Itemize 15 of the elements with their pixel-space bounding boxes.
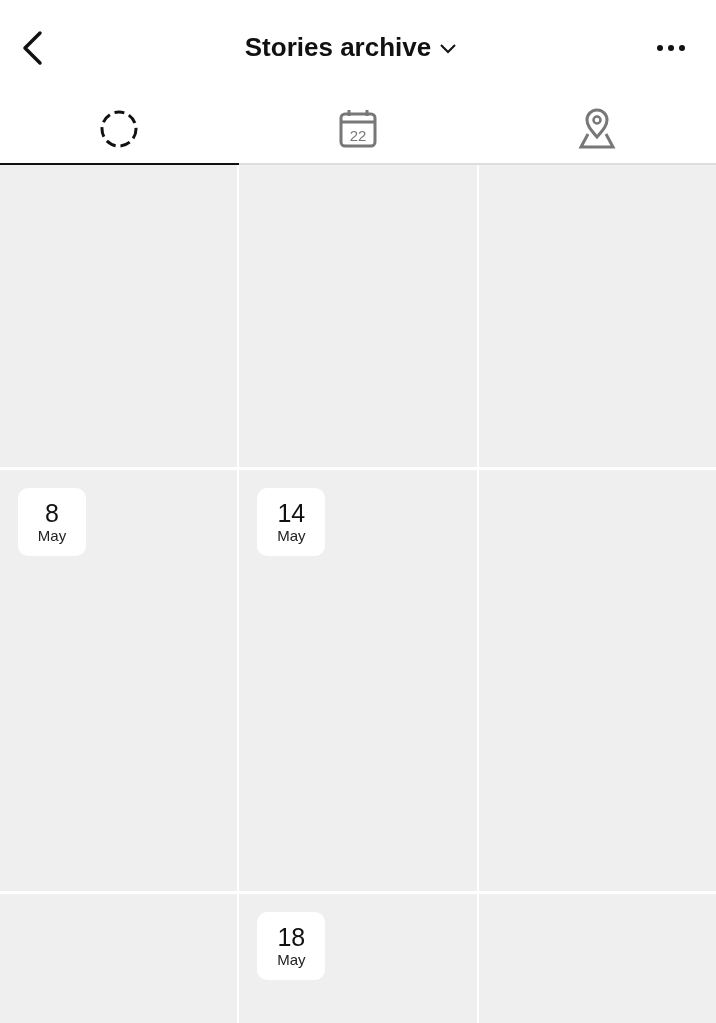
story-tile[interactable]: 18 May: [239, 894, 477, 1023]
more-icon[interactable]: [656, 43, 686, 52]
title-dropdown[interactable]: Stories archive: [244, 32, 458, 63]
caret-icon: [439, 41, 458, 54]
story-tile[interactable]: [239, 165, 477, 467]
date-day: 18: [277, 923, 306, 952]
story-tile[interactable]: 14 May: [239, 470, 477, 891]
story-tile[interactable]: [478, 165, 716, 467]
date-day: 14: [277, 499, 306, 528]
date-month: May: [277, 951, 306, 969]
date-month: May: [277, 527, 306, 545]
date-day: 8: [45, 499, 59, 528]
date-month: May: [37, 527, 67, 545]
story-tile[interactable]: [0, 165, 238, 467]
story-tile[interactable]: 8 May: [0, 470, 238, 891]
